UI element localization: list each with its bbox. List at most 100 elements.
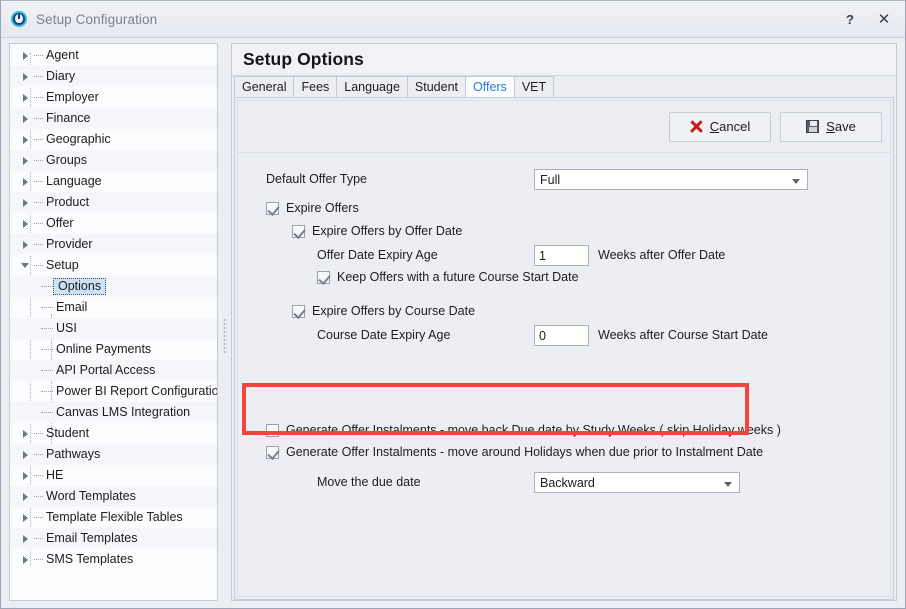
tree-connector bbox=[41, 349, 53, 350]
sidebar-item-word-templates[interactable]: Word Templates bbox=[10, 486, 217, 507]
sidebar-item-usi[interactable]: USI bbox=[10, 318, 217, 339]
expire-by-course-date-label: Expire Offers by Course Date bbox=[312, 304, 475, 318]
sidebar-item-power-bi-report-configuration[interactable]: Power BI Report Configuration bbox=[10, 381, 217, 402]
tab-vet[interactable]: VET bbox=[514, 76, 554, 97]
tab-language[interactable]: Language bbox=[336, 76, 408, 97]
chevron-down-icon[interactable] bbox=[20, 259, 33, 272]
sidebar-item-label: Email bbox=[56, 301, 87, 314]
panel-splitter[interactable] bbox=[219, 43, 231, 601]
help-button[interactable]: ? bbox=[833, 2, 867, 36]
cancel-mnemonic: C bbox=[710, 119, 719, 134]
expire-by-offer-date-checkbox[interactable] bbox=[292, 225, 305, 238]
sidebar-item-label: Provider bbox=[46, 238, 93, 251]
sidebar-item-label: Language bbox=[46, 175, 102, 188]
sidebar-item-label: Agent bbox=[46, 49, 79, 62]
sidebar-item-canvas-lms-integration[interactable]: Canvas LMS Integration bbox=[10, 402, 217, 423]
chevron-right-icon[interactable] bbox=[20, 133, 33, 146]
chevron-right-icon[interactable] bbox=[20, 175, 33, 188]
sidebar-item-label: API Portal Access bbox=[56, 364, 155, 377]
cancel-button[interactable]: Cancel bbox=[669, 112, 771, 142]
chevron-right-icon[interactable] bbox=[20, 448, 33, 461]
sidebar-item-groups[interactable]: Groups bbox=[10, 150, 217, 171]
expire-by-course-date-row[interactable]: Expire Offers by Course Date bbox=[292, 304, 475, 318]
chevron-right-icon[interactable] bbox=[20, 553, 33, 566]
close-button[interactable]: ✕ bbox=[867, 2, 901, 36]
sidebar-item-label: Student bbox=[46, 427, 89, 440]
chevron-right-icon[interactable] bbox=[20, 490, 33, 503]
chevron-right-icon[interactable] bbox=[20, 238, 33, 251]
keep-offers-future-checkbox[interactable] bbox=[317, 271, 330, 284]
tree-connector bbox=[41, 391, 53, 392]
sidebar-item-email-templates[interactable]: Email Templates bbox=[10, 528, 217, 549]
save-rest: ave bbox=[835, 119, 856, 134]
chevron-right-icon[interactable] bbox=[20, 196, 33, 209]
navigation-tree-panel[interactable]: Agent Diary EmployerFinanceGeographicGroup… bbox=[9, 43, 218, 601]
expire-offers-row[interactable]: Expire Offers bbox=[266, 201, 359, 215]
tab-offers[interactable]: Offers bbox=[465, 76, 515, 97]
splitter-grip-icon bbox=[223, 318, 227, 354]
default-offer-type-select[interactable]: Full bbox=[534, 169, 808, 190]
sidebar-item-language[interactable]: Language bbox=[10, 171, 217, 192]
default-offer-type-label: Default Offer Type bbox=[266, 172, 367, 186]
window-body: Agent Diary EmployerFinanceGeographicGroup… bbox=[1, 38, 905, 608]
sidebar-item-offer[interactable]: Offer bbox=[10, 213, 217, 234]
gen-instalments-study-weeks-label: Generate Offer Instalments - move back D… bbox=[286, 423, 781, 437]
window-title: Setup Configuration bbox=[36, 12, 157, 27]
sidebar-item-student[interactable]: Student bbox=[10, 423, 217, 444]
expire-offers-checkbox[interactable] bbox=[266, 202, 279, 215]
keep-offers-future-row[interactable]: Keep Offers with a future Course Start D… bbox=[317, 270, 579, 284]
sidebar-item-options[interactable]: Options bbox=[10, 276, 217, 297]
tab-student[interactable]: Student bbox=[407, 76, 466, 97]
sidebar-item-employer[interactable]: Employer bbox=[10, 87, 217, 108]
sidebar-item-label: Options bbox=[53, 278, 106, 296]
gen-instalments-holidays-row[interactable]: Generate Offer Instalments - move around… bbox=[266, 445, 763, 459]
chevron-right-icon[interactable] bbox=[20, 469, 33, 482]
sidebar-item-provider[interactable]: Provider bbox=[10, 234, 217, 255]
chevron-right-icon[interactable] bbox=[20, 217, 33, 230]
tree-connector bbox=[34, 55, 43, 56]
chevron-right-icon[interactable] bbox=[20, 511, 33, 524]
sidebar-item-label: Diary bbox=[46, 70, 75, 83]
offer-date-expiry-age-input[interactable]: 1 bbox=[534, 245, 589, 266]
sidebar-item-he[interactable]: HE bbox=[10, 465, 217, 486]
tree-connector bbox=[41, 286, 53, 287]
chevron-right-icon[interactable] bbox=[20, 112, 33, 125]
sidebar-item-email[interactable]: Email bbox=[10, 297, 217, 318]
sidebar-item-geographic[interactable]: Geographic bbox=[10, 129, 217, 150]
chevron-right-icon[interactable] bbox=[20, 532, 33, 545]
chevron-right-icon[interactable] bbox=[20, 154, 33, 167]
sidebar-item-sms-templates[interactable]: SMS Templates bbox=[10, 549, 217, 570]
tab-general[interactable]: General bbox=[234, 76, 294, 97]
chevron-right-icon[interactable] bbox=[20, 91, 33, 104]
sidebar-item-finance[interactable]: Finance bbox=[10, 108, 217, 129]
sidebar-item-agent[interactable]: Agent bbox=[10, 45, 217, 66]
chevron-right-icon[interactable] bbox=[20, 427, 33, 440]
sidebar-item-online-payments[interactable]: Online Payments bbox=[10, 339, 217, 360]
gen-instalments-holidays-checkbox[interactable] bbox=[266, 446, 279, 459]
tree-connector bbox=[34, 433, 43, 434]
move-due-date-select[interactable]: Backward bbox=[534, 472, 740, 493]
tree-connector bbox=[34, 76, 43, 77]
tree-connector bbox=[34, 160, 43, 161]
sidebar-item-label: Canvas LMS Integration bbox=[56, 406, 190, 419]
tab-label: VET bbox=[522, 80, 546, 94]
expire-by-course-date-checkbox[interactable] bbox=[292, 305, 305, 318]
sidebar-item-label: Pathways bbox=[46, 448, 100, 461]
sidebar-item-api-portal-access[interactable]: API Portal Access bbox=[10, 360, 217, 381]
sidebar-item-setup[interactable]: Setup bbox=[10, 255, 217, 276]
gen-instalments-study-weeks-checkbox[interactable] bbox=[266, 424, 279, 437]
save-button[interactable]: Save bbox=[780, 112, 882, 142]
sidebar-item-product[interactable]: Product bbox=[10, 192, 217, 213]
window-controls: ? ✕ bbox=[833, 2, 901, 36]
sidebar-item-template-flexible-tables[interactable]: Template Flexible Tables bbox=[10, 507, 217, 528]
course-date-expiry-age-value: 0 bbox=[539, 329, 546, 343]
expire-by-offer-date-row[interactable]: Expire Offers by Offer Date bbox=[292, 224, 462, 238]
sidebar-item-diary[interactable]: Diary bbox=[10, 66, 217, 87]
sidebar-item-pathways[interactable]: Pathways bbox=[10, 444, 217, 465]
tab-fees[interactable]: Fees bbox=[293, 76, 337, 97]
gen-instalments-study-weeks-row[interactable]: Generate Offer Instalments - move back D… bbox=[266, 423, 781, 437]
save-mnemonic: S bbox=[826, 119, 835, 134]
chevron-right-icon[interactable] bbox=[20, 49, 33, 62]
chevron-right-icon[interactable] bbox=[20, 70, 33, 83]
course-date-expiry-age-input[interactable]: 0 bbox=[534, 325, 589, 346]
